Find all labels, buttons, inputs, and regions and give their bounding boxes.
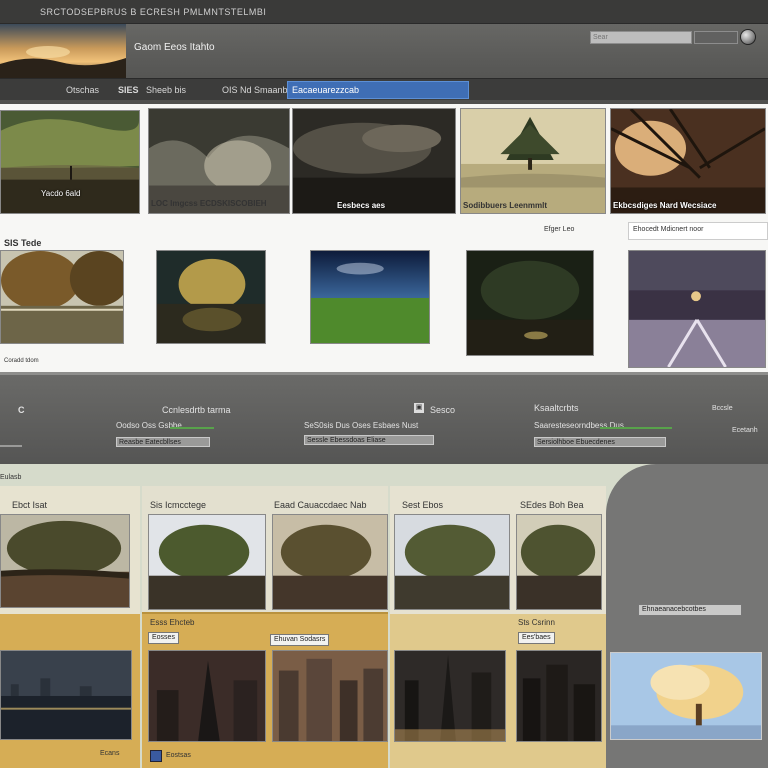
photo-thumb-8[interactable] xyxy=(310,250,430,344)
toolbar-c-icon[interactable]: C xyxy=(18,405,25,415)
menu-bar: Otschas SIES Sheeb bis OIS Nd Smaanb Eac… xyxy=(0,78,768,100)
toolbar-row-button-2[interactable]: Sessle Ebessdoas Eliase xyxy=(304,435,434,445)
city-photo xyxy=(273,651,387,741)
dark-forest-photo xyxy=(467,251,593,355)
stormy-sky-photo xyxy=(293,109,455,213)
search-extra-field[interactable] xyxy=(694,31,738,44)
photo-thumb-2[interactable]: LOC Imgcss ECDSKISCOBIEH xyxy=(148,108,290,214)
city-photo-5[interactable] xyxy=(516,650,602,742)
bottom-left-label: Ecans xyxy=(100,750,120,757)
photo-thumb-3[interactable]: Eesbecs aes xyxy=(292,108,456,214)
toolbar-row-line-1 xyxy=(170,427,214,429)
city-street-photo xyxy=(629,251,765,367)
starry-field-photo xyxy=(311,251,429,343)
tab-label-1[interactable]: Ebct Isat xyxy=(12,500,47,510)
toolbar-panel: C Ccnlesdrtb tarma ▣ Sesco Ksaaltcrbts B… xyxy=(0,372,768,464)
bottom-right-label: Eostsas xyxy=(166,752,191,759)
search-input[interactable] xyxy=(590,31,692,44)
photo-caption-2: LOC Imgcss ECDSKISCOBIEH xyxy=(151,199,267,208)
photo-caption-4: Sodibbuers Leenmmlt xyxy=(463,201,548,210)
toolbar-row-button-3[interactable]: Sersiolhboe Ebuecdenes xyxy=(534,437,666,447)
menu-item-1[interactable]: Otschas xyxy=(66,83,99,97)
city-photo-4[interactable] xyxy=(394,650,506,742)
autumn-tree-photo xyxy=(157,251,265,343)
banner-image xyxy=(0,24,126,78)
globe-icon[interactable] xyxy=(740,29,756,45)
tree-photo xyxy=(149,515,265,609)
tree-photo-1[interactable] xyxy=(0,514,130,608)
photo-thumb-5[interactable]: Ekbcsdiges Nard Wecsiace xyxy=(610,108,766,214)
sub-caption-box: Ehocedt Mdicnert noor xyxy=(628,222,768,240)
photo-caption-5: Ekbcsdiges Nard Wecsiace xyxy=(613,201,717,210)
title-bar: SRCTODSEPBRUS B ECRESH PMLMNTSTELMBI xyxy=(0,0,768,24)
side-label: Eulasb xyxy=(0,474,22,481)
toolbar-right-2[interactable]: Ecetanh xyxy=(732,427,758,434)
city-photo-3[interactable] xyxy=(272,650,388,742)
blossom-tree-photo xyxy=(611,653,761,739)
toolbar-label-2: Sesco xyxy=(430,405,456,415)
lower-panels: Eulasb Ebct Isat Sis Icmcctege Eaad Caua… xyxy=(0,464,768,768)
toolbar-right-1[interactable]: Bccsle xyxy=(712,405,733,412)
toolbar-left-stub xyxy=(0,445,22,447)
tree-photo-4[interactable] xyxy=(394,514,510,610)
tree-tunnel-photo xyxy=(149,109,289,213)
menu-item-4[interactable]: OIS xyxy=(222,83,238,97)
tab-label-2[interactable]: Sis Icmcctege xyxy=(150,500,206,510)
tab-label-5[interactable]: SEdes Boh Bea xyxy=(520,500,584,510)
photo-caption-3: Eesbecs aes xyxy=(337,201,386,210)
city-photo xyxy=(395,651,505,741)
city-photo-2[interactable] xyxy=(148,650,266,742)
photo-thumb-7[interactable] xyxy=(156,250,266,344)
menu-item-3[interactable]: Sheeb bis xyxy=(146,83,186,97)
branches-photo xyxy=(611,109,765,213)
photo-caption-1: Yacdo 6ald xyxy=(41,189,81,198)
photo-thumb-10[interactable] xyxy=(628,250,766,368)
menu-search-field[interactable]: Eacaeuarezzcab xyxy=(287,81,469,99)
row2-label: SIS Tede xyxy=(4,238,42,248)
tag-button-right[interactable]: Ees'baes xyxy=(518,632,555,644)
row2-footer: Coradd tdom xyxy=(4,358,39,364)
tree-photo xyxy=(517,515,601,609)
blossom-tree-photo-frame[interactable] xyxy=(610,652,762,740)
save-icon[interactable] xyxy=(150,750,162,762)
sub-caption-1: Efger Leo xyxy=(544,226,575,233)
photo-thumb-9[interactable] xyxy=(466,250,594,356)
lone-tree-photo xyxy=(461,109,605,213)
tab-label-3[interactable]: Eaad Cauaccdaec Nab xyxy=(274,500,367,510)
tree-photo-2[interactable] xyxy=(148,514,266,610)
gallery-title: Gaom Eeos Itahto xyxy=(134,42,215,53)
photo-thumb-4[interactable]: Sodibbuers Leenmmlt xyxy=(460,108,606,214)
photo-thumb-1[interactable]: Yacdo 6ald xyxy=(0,110,140,214)
tag-button-1[interactable]: Eosses xyxy=(148,632,179,644)
city-photo xyxy=(149,651,265,741)
top-gallery: Yacdo 6ald LOC Imgcss ECDSKISCOBIEH Eesb… xyxy=(0,104,768,372)
toolbar-row-button-1[interactable]: Reasbe Eatecbllses xyxy=(116,437,210,447)
tag-label-right: Sts Csrinn xyxy=(518,618,555,627)
toolbar-label-3: Ksaaltcrbts xyxy=(534,403,579,413)
tree-photo-3[interactable] xyxy=(272,514,388,610)
menu-item-2[interactable]: SIES xyxy=(118,83,139,97)
toolbar-row-label-2: SeS0sis Dus Oses Esbaes Nust xyxy=(304,421,419,430)
panel-title: Esss Ehcteb xyxy=(150,618,195,627)
city-photo xyxy=(1,651,131,739)
app-title: SRCTODSEPBRUS B ECRESH PMLMNTSTELMBI xyxy=(40,7,267,17)
tree-photo xyxy=(395,515,509,609)
menu-search-value: Eacaeuarezzcab xyxy=(292,85,360,95)
folder-icon[interactable]: ▣ xyxy=(414,403,424,413)
photo-thumb-6[interactable] xyxy=(0,250,124,344)
toolbar-label-1: Ccnlesdrtb tarma xyxy=(162,405,231,415)
menu-item-5[interactable]: Nd Smaanb xyxy=(240,83,288,97)
lake-photo xyxy=(1,251,123,343)
tree-photo-5[interactable] xyxy=(516,514,602,610)
tree-photo xyxy=(1,515,129,607)
right-panel-button[interactable]: Ehnaeanacebcotbes xyxy=(638,604,742,616)
city-photo-1[interactable] xyxy=(0,650,132,740)
toolbar-row-line-3 xyxy=(600,427,672,429)
sub-caption-2: Ehocedt Mdicnert noor xyxy=(633,226,704,233)
tag-button-2[interactable]: Ehuvan Sodasrs xyxy=(270,634,330,646)
tab-label-4[interactable]: Sest Ebos xyxy=(402,500,443,510)
tree-photo xyxy=(273,515,387,609)
city-photo xyxy=(517,651,601,741)
